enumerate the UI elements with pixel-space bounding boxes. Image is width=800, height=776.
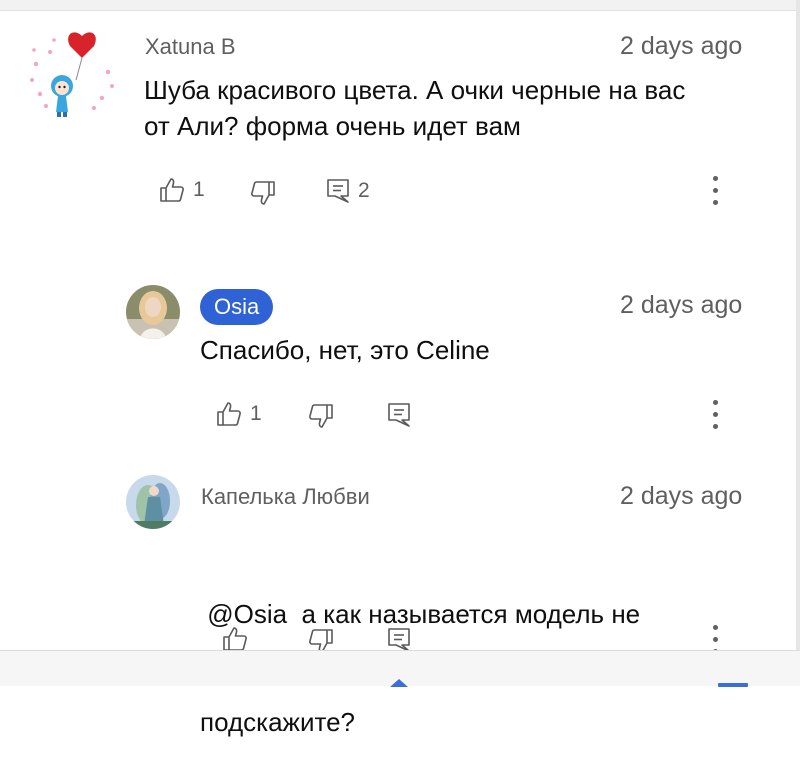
like-button[interactable] bbox=[222, 626, 248, 652]
avatar[interactable] bbox=[126, 475, 180, 529]
thumbs-up-icon bbox=[160, 178, 184, 202]
thumbs-down-icon bbox=[309, 404, 333, 428]
bottom-navigation-bar bbox=[0, 650, 800, 687]
avatar-balloon-character-image bbox=[24, 24, 120, 120]
thumbs-up-icon bbox=[217, 402, 241, 426]
comment-author[interactable]: Капелька Любви bbox=[201, 484, 370, 510]
more-vertical-icon bbox=[711, 176, 719, 205]
more-options-button[interactable] bbox=[711, 176, 719, 212]
comment-text-line: @Osia а как называется модель не bbox=[200, 599, 641, 629]
top-divider bbox=[0, 0, 800, 11]
scroll-edge bbox=[796, 0, 800, 685]
thumbs-up-icon bbox=[223, 627, 247, 651]
channel-owner-badge[interactable]: Osia bbox=[200, 289, 274, 325]
comment-timestamp[interactable]: 2 days ago bbox=[620, 291, 742, 320]
dislike-button[interactable] bbox=[250, 180, 276, 206]
reply-count: 2 bbox=[358, 179, 370, 202]
reply-button[interactable]: 2 bbox=[326, 178, 370, 204]
like-count: 1 bbox=[250, 402, 262, 425]
thumbs-down-icon bbox=[251, 181, 275, 205]
like-count: 1 bbox=[193, 178, 205, 201]
upload-icon[interactable] bbox=[390, 679, 408, 687]
avatar-fairy-image bbox=[126, 475, 180, 529]
comment-timestamp[interactable]: 2 days ago bbox=[620, 482, 742, 511]
comment-author[interactable]: Xatuna B bbox=[145, 34, 236, 60]
more-vertical-icon bbox=[711, 400, 719, 429]
reply-comment-icon bbox=[388, 403, 410, 427]
comment-text-line: Спасибо, нет, это Celine bbox=[200, 335, 490, 365]
comment-text-line: подскажите? bbox=[200, 707, 355, 737]
avatar-photo-image bbox=[126, 285, 180, 339]
comment-text-line: от Али? форма очень идет вам bbox=[144, 111, 521, 141]
avatar[interactable] bbox=[24, 24, 120, 120]
like-button[interactable]: 1 bbox=[159, 177, 205, 203]
like-button[interactable]: 1 bbox=[216, 401, 262, 427]
comment-text-line: Шуба красивого цвета. А очки черные на в… bbox=[144, 75, 686, 105]
dislike-button[interactable] bbox=[308, 403, 334, 429]
avatar[interactable] bbox=[126, 285, 180, 339]
comment-text: Шуба красивого цвета. А очки черные на в… bbox=[144, 72, 685, 144]
library-icon[interactable] bbox=[718, 683, 748, 687]
comment-timestamp[interactable]: 2 days ago bbox=[620, 32, 742, 61]
comment-text: Спасибо, нет, это Celine bbox=[200, 332, 490, 368]
reply-button[interactable] bbox=[387, 402, 411, 428]
reply-comment-icon bbox=[327, 179, 349, 203]
more-options-button[interactable] bbox=[711, 400, 719, 436]
